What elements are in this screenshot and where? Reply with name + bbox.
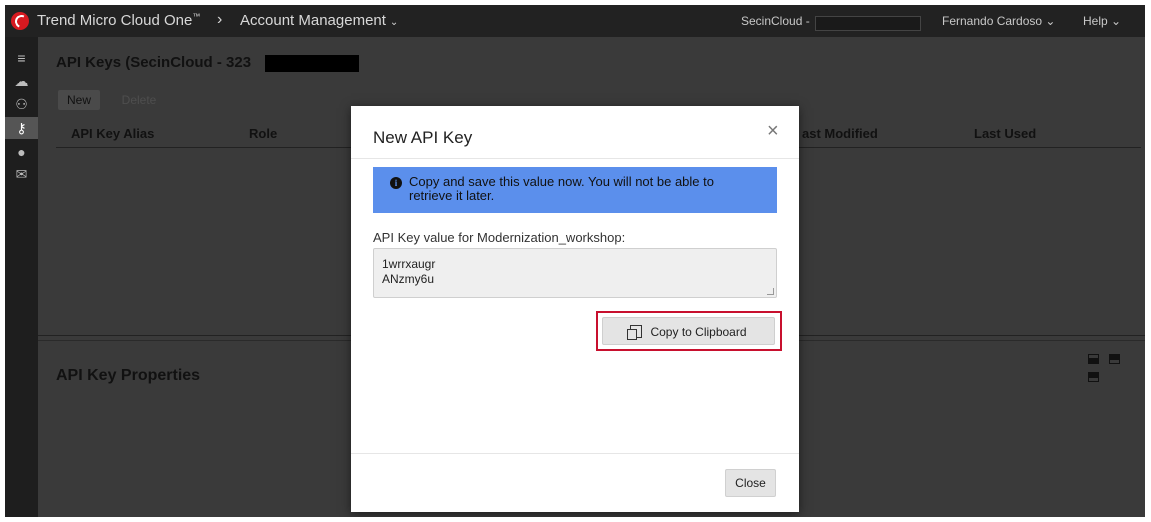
copy-button-label: Copy to Clipboard xyxy=(650,325,747,339)
close-icon[interactable]: × xyxy=(767,120,779,143)
user-icon[interactable]: ● xyxy=(13,145,30,159)
dialog-title: New API Key xyxy=(373,128,473,147)
column-header-role[interactable]: Role xyxy=(249,126,277,141)
info-alert: i Copy and save this value now. You will… xyxy=(373,167,777,213)
api-key-textarea[interactable]: 1wrrxaugr ANzmy6u xyxy=(373,248,777,298)
new-button[interactable]: New xyxy=(58,90,100,110)
dialog-header-divider xyxy=(351,158,799,159)
users-icon[interactable]: ⚇ xyxy=(13,97,30,111)
cloud-icon[interactable]: ☁ xyxy=(13,74,30,88)
copy-icon xyxy=(627,325,643,340)
api-key-line-1: 1wrrxaugr xyxy=(382,257,436,271)
layout-top-icon[interactable] xyxy=(1088,372,1099,382)
section-dropdown[interactable]: Account Management ⌄ xyxy=(240,12,398,29)
new-api-key-dialog: New API Key × i Copy and save this value… xyxy=(351,106,799,512)
redacted-account-number xyxy=(265,55,359,72)
column-header-last-modified[interactable]: ast Modified xyxy=(802,126,878,141)
mail-icon[interactable]: ✉ xyxy=(13,167,30,181)
api-key-line-2: ANzmy6u xyxy=(382,272,435,286)
resize-handle-icon[interactable] xyxy=(767,288,774,295)
key-icon[interactable]: ⚷ xyxy=(5,117,38,139)
layout-toggle-group xyxy=(1088,351,1145,387)
chevron-down-icon: ⌄ xyxy=(1111,14,1122,28)
account-selector[interactable]: SecinCloud - xyxy=(741,14,810,28)
trend-micro-logo-icon[interactable] xyxy=(11,12,29,30)
help-menu[interactable]: Help ⌄ xyxy=(1083,14,1121,28)
page-title: API Keys (SecinCloud - 323 xyxy=(56,54,252,71)
dialog-footer-divider xyxy=(351,453,799,454)
redacted-account-id xyxy=(815,16,921,31)
properties-title: API Key Properties xyxy=(56,367,201,384)
top-nav-bar: Trend Micro Cloud One™ › Account Managem… xyxy=(5,5,1145,37)
copy-to-clipboard-button[interactable]: Copy to Clipboard xyxy=(602,317,775,345)
user-menu[interactable]: Fernando Cardoso ⌄ xyxy=(942,14,1055,28)
breadcrumb-separator: › xyxy=(217,11,223,28)
chevron-down-icon: ⌄ xyxy=(389,17,399,28)
product-name[interactable]: Trend Micro Cloud One™ xyxy=(37,12,200,29)
column-header-alias[interactable]: API Key Alias xyxy=(71,126,154,141)
layout-split-icon[interactable] xyxy=(1109,354,1121,364)
delete-button[interactable]: Delete xyxy=(110,90,168,110)
info-icon: i xyxy=(390,177,402,189)
alert-message: Copy and save this value now. You will n… xyxy=(409,174,714,203)
layout-bottom-icon[interactable] xyxy=(1088,354,1099,364)
menu-icon[interactable]: ≡ xyxy=(13,51,30,65)
api-key-field-label: API Key value for Modernization_workshop… xyxy=(373,230,626,245)
chevron-down-icon: ⌄ xyxy=(1045,14,1056,28)
column-header-last-used[interactable]: Last Used xyxy=(974,126,1036,141)
close-button[interactable]: Close xyxy=(725,469,776,497)
sidebar: ≡ ☁ ⚇ ⚷ ● ✉ xyxy=(5,37,38,517)
app-window: Trend Micro Cloud One™ › Account Managem… xyxy=(5,5,1145,517)
